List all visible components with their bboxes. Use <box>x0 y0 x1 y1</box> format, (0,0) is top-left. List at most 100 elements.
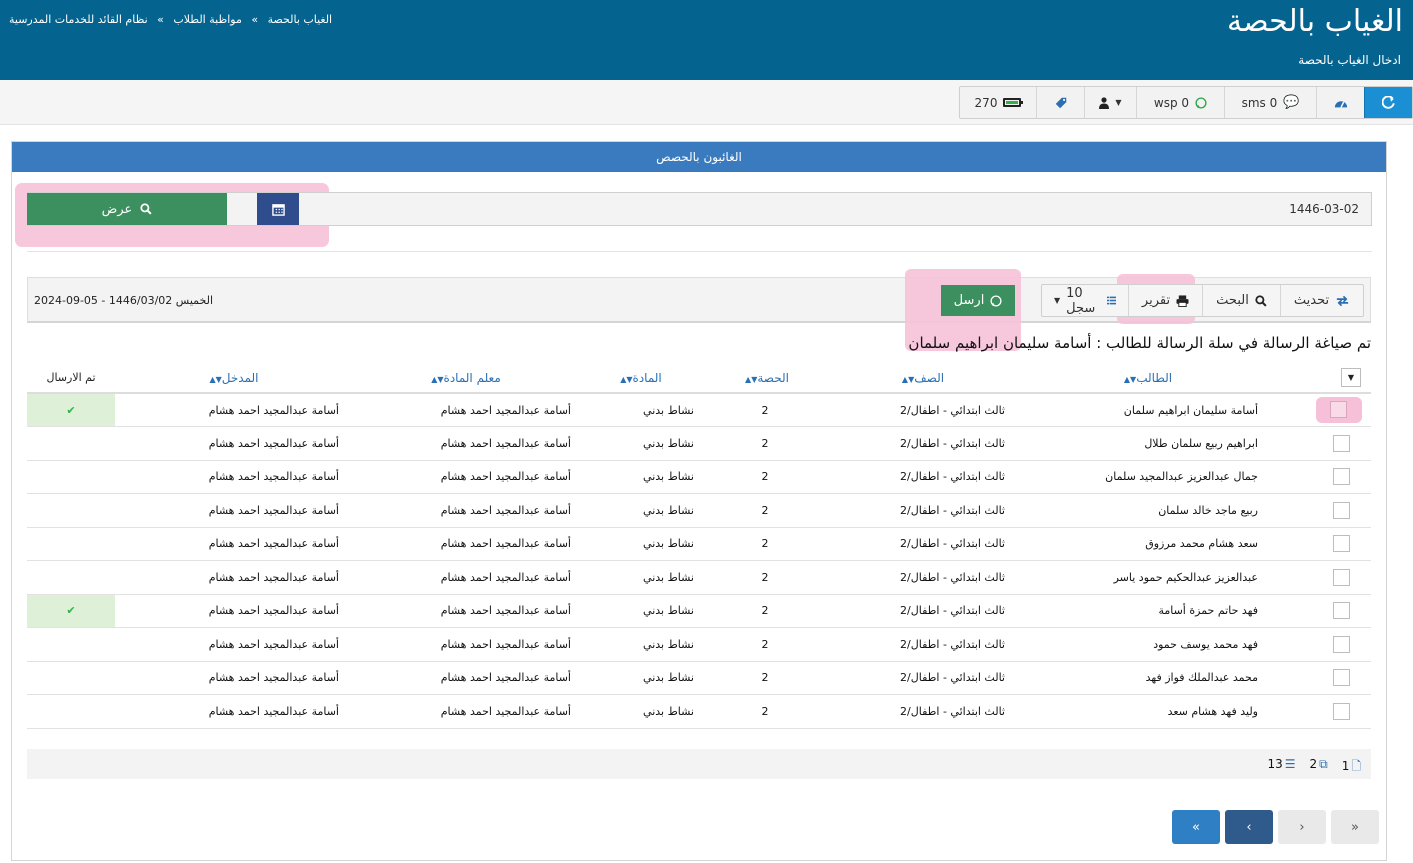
exchange-icon <box>1336 295 1349 306</box>
subject-cell: نشاط بدني <box>579 527 699 561</box>
entered-by-cell: أسامة عبدالمجيد احمد هشام <box>115 627 349 662</box>
divider <box>27 251 1372 252</box>
calendar-button[interactable] <box>257 193 299 225</box>
breadcrumb-separator: » <box>251 13 259 26</box>
select-cell <box>1281 393 1371 427</box>
refresh-button[interactable] <box>1364 87 1412 118</box>
table-row[interactable]: ✔ أسامة عبدالمجيد احمد هشام أسامة عبدالمجي… <box>27 594 1371 628</box>
last-page-button[interactable]: » <box>1172 810 1220 844</box>
absentees-table: تم الارسال ▲▼المدخل ▲▼معلم المادة ▲▼الما… <box>27 363 1371 729</box>
row-checkbox[interactable] <box>1333 635 1350 653</box>
grid-search-button[interactable]: البحث <box>1202 285 1280 316</box>
student-cell: وليد فهد هشام سعد <box>1011 694 1281 729</box>
breadcrumb-item-current[interactable]: الغياب بالحصة <box>268 13 333 26</box>
row-checkbox[interactable] <box>1333 434 1350 452</box>
column-header-subject[interactable]: ▲▼المادة <box>579 363 699 394</box>
table-row[interactable]: أسامة عبدالمجيد احمد هشام أسامة عبدالمجيد… <box>27 460 1371 494</box>
first-page-button[interactable]: « <box>1331 810 1379 844</box>
row-checkbox[interactable] <box>1333 501 1350 519</box>
date-field[interactable]: 1446-03-02 <box>27 192 1372 226</box>
top-toolbar: sms 0 💬 wsp 0 ▼ 270 <box>959 86 1413 119</box>
next-page-button[interactable]: › <box>1225 810 1273 844</box>
entered-by-cell: أسامة عبدالمجيد احمد هشام <box>115 694 349 729</box>
dashboard-button[interactable] <box>1316 87 1364 118</box>
entered-by-cell: أسامة عبدالمجيد احمد هشام <box>115 426 349 461</box>
class-cell: ثالث ابتدائي - اطفال/2 <box>831 661 1011 695</box>
report-button[interactable]: تقرير <box>1128 285 1202 316</box>
subject-cell: نشاط بدني <box>579 694 699 729</box>
select-cell <box>1281 460 1371 494</box>
row-checkbox[interactable] <box>1333 468 1350 486</box>
row-checkbox[interactable] <box>1333 702 1350 720</box>
column-header-entered-by[interactable]: ▲▼المدخل <box>115 363 349 394</box>
show-button[interactable]: عرض <box>27 193 227 225</box>
table-row[interactable]: أسامة عبدالمجيد احمد هشام أسامة عبدالمجيد… <box>27 426 1371 461</box>
table-row[interactable]: أسامة عبدالمجيد احمد هشام أسامة عبدالمجيد… <box>27 493 1371 528</box>
column-header-period[interactable]: ▲▼الحصة <box>699 363 831 394</box>
grid-refresh-button[interactable]: تحديث <box>1280 285 1363 316</box>
sent-status-cell <box>27 426 115 461</box>
sort-icon: ▲▼ <box>901 374 915 384</box>
records-per-page-dropdown[interactable]: ▼ 10 سجل <box>1042 285 1128 316</box>
period-cell: 2 <box>699 460 831 494</box>
column-header-class[interactable]: ▲▼الصف <box>831 363 1011 394</box>
sent-status-cell <box>27 460 115 494</box>
row-checkbox[interactable] <box>1333 568 1350 586</box>
student-cell: جمال عبدالعزيز عبدالمجيد سلمان <box>1011 460 1281 494</box>
student-cell: فهد حاتم حمزة أسامة <box>1011 594 1281 628</box>
period-cell: 2 <box>699 627 831 662</box>
list-count: 13 ☰ <box>1267 757 1296 771</box>
page-subtitle: ادخال الغياب بالحصة <box>1298 53 1401 67</box>
top-toolbar-area: sms 0 💬 wsp 0 ▼ 270 <box>0 80 1413 125</box>
class-cell: ثالث ابتدائي - اطفال/2 <box>831 527 1011 561</box>
table-row[interactable]: أسامة عبدالمجيد احمد هشام أسامة عبدالمجيد… <box>27 694 1371 729</box>
table-row[interactable]: ✔ أسامة عبدالمجيد احمد هشام أسامة عبدالمجي… <box>27 393 1371 427</box>
table-row[interactable]: أسامة عبدالمجيد احمد هشام أسامة عبدالمجيد… <box>27 560 1371 595</box>
tags-button[interactable] <box>1036 87 1084 118</box>
period-cell: 2 <box>699 426 831 461</box>
whatsapp-icon <box>990 294 1002 307</box>
sent-status-cell: ✔ <box>27 393 115 427</box>
user-icon <box>1099 96 1110 109</box>
select-cell <box>1281 627 1371 662</box>
row-checkbox[interactable] <box>1333 535 1350 553</box>
send-button[interactable]: ارسل <box>941 285 1015 316</box>
row-checkbox[interactable] <box>1333 669 1350 687</box>
row-checkbox[interactable] <box>1330 401 1347 418</box>
teacher-cell: أسامة عبدالمجيد احمد هشام <box>349 627 579 662</box>
sent-status-cell <box>27 694 115 729</box>
table-row[interactable]: أسامة عبدالمجيد احمد هشام أسامة عبدالمجيد… <box>27 661 1371 695</box>
class-cell: ثالث ابتدائي - اطفال/2 <box>831 460 1011 494</box>
row-checkbox[interactable] <box>1333 602 1350 620</box>
table-header-row: تم الارسال ▲▼المدخل ▲▼معلم المادة ▲▼الما… <box>27 363 1371 394</box>
entered-by-cell: أسامة عبدالمجيد احمد هشام <box>115 393 349 427</box>
table-row[interactable]: أسامة عبدالمجيد احمد هشام أسامة عبدالمجيد… <box>27 627 1371 662</box>
breadcrumb-item-attendance[interactable]: مواظبة الطلاب <box>173 13 241 26</box>
teacher-cell: أسامة عبدالمجيد احمد هشام <box>349 560 579 595</box>
entered-by-cell: أسامة عبدالمجيد احمد هشام <box>115 460 349 494</box>
subject-cell: نشاط بدني <box>579 460 699 494</box>
breadcrumb-separator: » <box>157 13 164 26</box>
wsp-count: wsp 0 <box>1153 95 1190 110</box>
prev-page-button[interactable]: ‹ <box>1278 810 1326 844</box>
absentees-panel: الغائبون بالحصص 1446-03-02 عرض 2024-09-0… <box>11 141 1387 861</box>
chat-icon: 💬 <box>1283 95 1300 110</box>
period-cell: 2 <box>699 594 831 628</box>
calendar-icon <box>271 203 285 216</box>
date-value: 1446-03-02 <box>1289 202 1359 216</box>
student-cell: أسامة سليمان ابراهيم سلمان <box>1011 393 1281 427</box>
column-select-dropdown[interactable]: ▼ <box>1281 363 1371 394</box>
column-header-student[interactable]: ▲▼الطالب <box>1011 363 1281 394</box>
sent-status-cell <box>27 627 115 662</box>
sms-button[interactable]: sms 0 💬 <box>1224 87 1316 118</box>
sent-status-cell <box>27 661 115 695</box>
class-cell: ثالث ابتدائي - اطفال/2 <box>831 627 1011 662</box>
table-row[interactable]: أسامة عبدالمجيد احمد هشام أسامة عبدالمجيد… <box>27 527 1371 561</box>
footer-stats: 13 ☰ 2 ⧉ 1 🗋 <box>1267 757 1361 778</box>
column-header-teacher[interactable]: ▲▼معلم المادة <box>349 363 579 394</box>
chevron-down-icon: ▼ <box>1341 368 1361 387</box>
entered-by-cell: أسامة عبدالمجيد احمد هشام <box>115 493 349 528</box>
whatsapp-button[interactable]: wsp 0 <box>1136 87 1224 118</box>
user-menu-button[interactable]: ▼ <box>1084 87 1136 118</box>
breadcrumb-item-system[interactable]: نظام القائد للخدمات المدرسية <box>9 13 148 26</box>
